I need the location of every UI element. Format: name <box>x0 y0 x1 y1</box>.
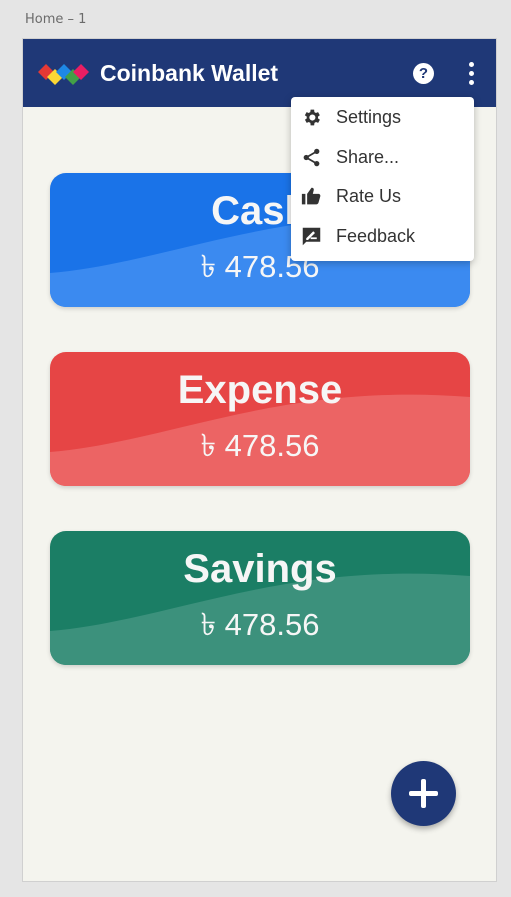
card-title: Expense <box>177 368 343 412</box>
wallet-card-expense[interactable]: Expense ৳ 478.56 <box>50 352 470 486</box>
menu-item-label: Rate Us <box>336 186 402 206</box>
menu-item-share[interactable]: Share... <box>291 138 474 176</box>
menu-item-label: Feedback <box>336 226 416 246</box>
add-button[interactable] <box>391 761 456 826</box>
share-icon <box>303 148 320 167</box>
thumbs-up-icon <box>301 187 321 205</box>
menu-item-label: Share... <box>336 147 400 167</box>
app-logo-icon <box>38 64 89 85</box>
overflow-menu: Settings Share... Rate Us Feedback <box>291 97 474 261</box>
card-amount: ৳ 478.56 <box>200 607 320 642</box>
card-title: Savings <box>183 547 337 591</box>
help-icon[interactable]: ? <box>413 63 434 84</box>
menu-item-feedback[interactable]: Feedback <box>291 217 474 255</box>
more-vertical-icon[interactable] <box>460 61 482 87</box>
phone-screen: Coinbank Wallet ? Cash ৳ 478.56 Expense … <box>22 38 497 882</box>
menu-item-rate-us[interactable]: Rate Us <box>291 177 474 215</box>
plus-icon <box>409 779 438 808</box>
artboard-label: Home – 1 <box>25 12 87 27</box>
feedback-icon <box>302 227 321 246</box>
menu-item-settings[interactable]: Settings <box>291 98 474 136</box>
wallet-card-savings[interactable]: Savings ৳ 478.56 <box>50 531 470 665</box>
app-title: Coinbank Wallet <box>100 60 279 86</box>
card-amount: ৳ 478.56 <box>200 428 320 463</box>
gear-icon <box>304 109 320 126</box>
menu-item-label: Settings <box>336 107 402 127</box>
